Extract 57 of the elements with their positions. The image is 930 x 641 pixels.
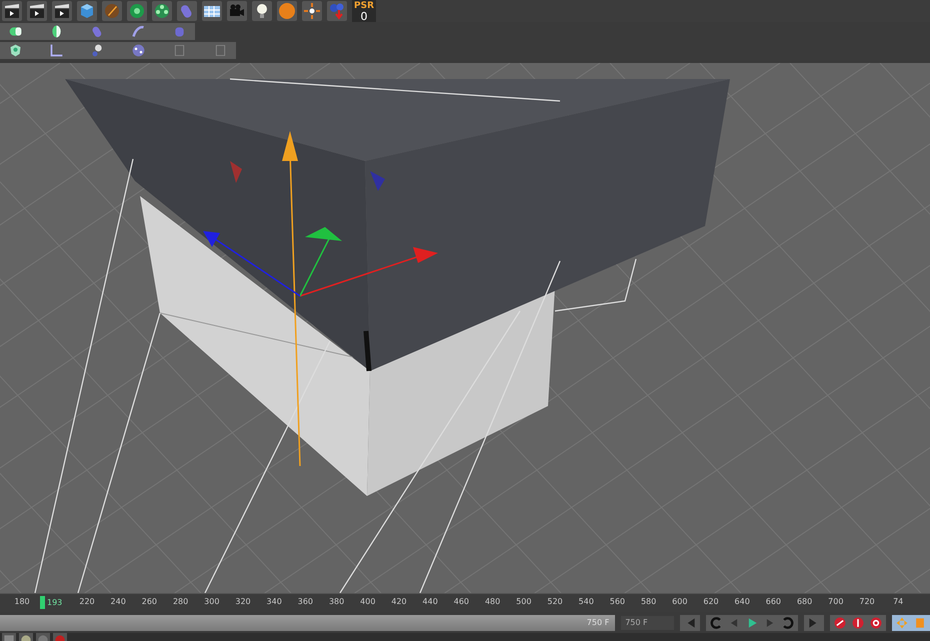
playhead-marker[interactable]: [40, 596, 45, 609]
clapperboard-icon[interactable]: [2, 1, 22, 21]
range-end-label: 750 F: [586, 618, 610, 627]
axis-gizmo-drawing[interactable]: [203, 131, 438, 466]
capsule-icon[interactable]: [177, 1, 197, 21]
frame-number: 340: [266, 597, 282, 606]
frame-number: 440: [422, 597, 438, 606]
frame-number: 720: [859, 597, 875, 606]
clapperboard-icon[interactable]: [27, 1, 47, 21]
frame-number: 660: [766, 597, 782, 606]
cube-icon[interactable]: [77, 1, 97, 21]
frame-number: 540: [578, 597, 594, 606]
frame-number: 220: [79, 597, 95, 606]
bend-icon[interactable]: [131, 24, 146, 39]
frame-number: 260: [142, 597, 158, 606]
frame-number: 460: [454, 597, 470, 606]
frame-number: 520: [547, 597, 563, 606]
frame-number: 700: [828, 597, 844, 606]
clapperboard-icon[interactable]: [52, 1, 72, 21]
frame-number: 180: [14, 597, 30, 606]
frame-number: 380: [328, 597, 344, 606]
light-bulb-icon[interactable]: [252, 1, 272, 21]
frame-number: 580: [640, 597, 656, 606]
help-icon[interactable]: [869, 616, 883, 630]
plane-grid-icon[interactable]: [202, 1, 222, 21]
frame-number: 640: [734, 597, 750, 606]
flower-icon[interactable]: [152, 1, 172, 21]
3d-viewport[interactable]: [0, 63, 930, 593]
axes-icon[interactable]: [49, 43, 64, 58]
frame-number: 600: [672, 597, 688, 606]
frame-number: 560: [610, 597, 626, 606]
particles-icon[interactable]: [131, 43, 146, 58]
frame-number: 320: [235, 597, 251, 606]
autokey-icon[interactable]: [851, 616, 865, 630]
frame-number: 680: [796, 597, 812, 606]
psr-value: 0: [360, 10, 368, 22]
frame-number: 620: [703, 597, 719, 606]
end-frame-field[interactable]: 750 F: [621, 616, 674, 630]
move-arrows-icon[interactable]: [302, 1, 322, 21]
frame-number: 280: [172, 597, 188, 606]
current-frame: 193: [47, 598, 62, 607]
shield-icon[interactable]: [8, 43, 23, 58]
frame-number: 240: [110, 597, 126, 606]
frame-number: 74: [893, 597, 904, 606]
frame-number: 400: [360, 597, 376, 606]
record-key-icon[interactable]: [833, 616, 847, 630]
psr-label: PSR: [354, 0, 374, 10]
next-key-icon[interactable]: [781, 616, 795, 630]
previous-key-icon[interactable]: [709, 616, 723, 630]
frame-number: 500: [516, 597, 532, 606]
camera-icon[interactable]: [227, 1, 247, 21]
frame-number: 420: [391, 597, 407, 606]
frame-number: 300: [204, 597, 220, 606]
frame-number: 360: [298, 597, 314, 606]
frame-number: 480: [484, 597, 500, 606]
frame-range-track[interactable]: 750 F: [0, 614, 616, 630]
pen-icon[interactable]: [102, 1, 122, 21]
